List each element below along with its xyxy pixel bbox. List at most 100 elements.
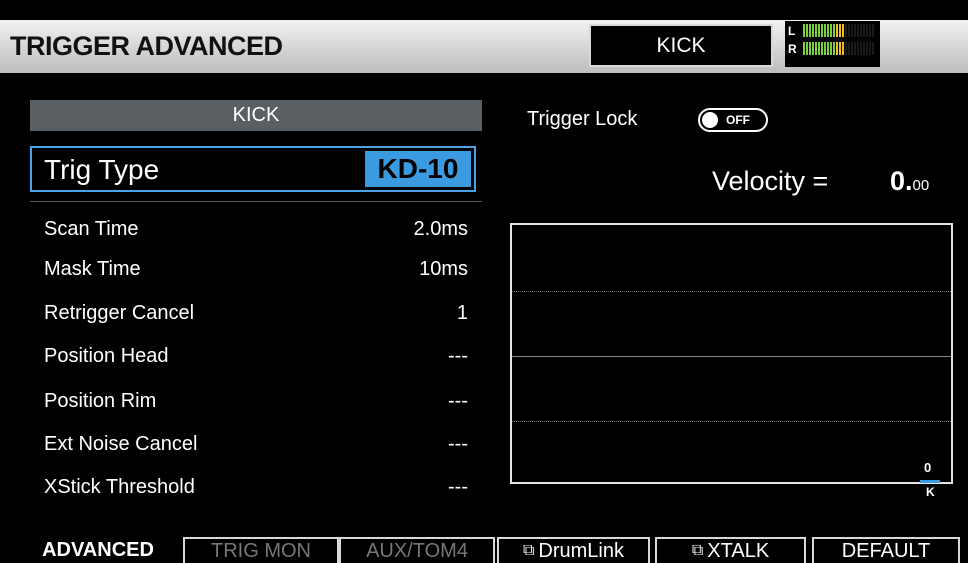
tab-xtalk[interactable]: ⧉ XTALK [655,537,806,563]
toggle-knob [702,112,718,128]
param-row-position-head[interactable]: Position Head --- [44,345,468,375]
meter-segment [833,24,835,37]
meter-segment [836,42,838,55]
divider [30,201,482,202]
meter-segment [845,42,847,55]
meter-segment [857,24,859,37]
page-title: TRIGGER ADVANCED [10,31,283,61]
meter-right-bar [803,42,874,55]
meter-segment [839,42,841,55]
meter-segment [809,24,811,37]
tab-label: ADVANCED [42,538,154,561]
graph-gridline [512,291,951,292]
meter-segment [803,42,805,55]
velocity-value: 0.00 [890,166,929,197]
param-value: 1 [456,302,468,324]
velocity-integer: 0. [890,166,913,196]
param-row-xstick-threshold[interactable]: XStick Threshold --- [44,476,468,506]
graph-bar-value: 0 [924,460,932,475]
meter-segment [818,42,820,55]
meter-segment [827,24,829,37]
meter-segment [815,42,817,55]
param-label: Ext Noise Cancel [44,433,198,455]
meter-segment [806,24,808,37]
meter-segment [824,42,826,55]
meter-segment [830,42,832,55]
meter-segment [854,42,856,55]
meter-segment [812,24,814,37]
tab-label: XTALK [707,539,770,562]
tab-advanced[interactable]: ADVANCED [16,537,180,563]
param-label: Retrigger Cancel [44,302,195,324]
meter-segment [803,24,805,37]
meter-segment [851,24,853,37]
instrument-display: KICK [589,24,773,67]
meter-segment [854,24,856,37]
meter-segment [842,24,844,37]
meter-segment [848,42,850,55]
meter-segment [824,24,826,37]
level-meter: L R [785,21,880,67]
function-tabs: ADVANCED TRIG MON AUX/TOM4 ⧉ DrumLink ⧉ … [0,534,968,563]
meter-segment [866,42,868,55]
meter-segment [863,24,865,37]
param-label: XStick Threshold [44,476,195,498]
param-row-ext-noise-cancel[interactable]: Ext Noise Cancel --- [44,433,468,463]
meter-segment [848,24,850,37]
trig-type-label: Trig Type [44,154,160,185]
meter-left-label: L [788,24,796,38]
param-label: Mask Time [44,258,141,280]
param-value: --- [448,390,468,412]
meter-segment [866,24,868,37]
meter-segment [860,24,862,37]
meter-segment [839,24,841,37]
meter-segment [812,42,814,55]
meter-segment [872,24,874,37]
graph-bar [920,480,940,483]
meter-segment [842,42,844,55]
tab-label: AUX/TOM4 [366,539,468,562]
meter-segment [821,42,823,55]
tab-label: TRIG MON [211,539,311,562]
graph-gridline [512,421,951,422]
tab-label: DEFAULT [841,539,931,562]
graph-bar-label: K [926,485,935,499]
tab-default[interactable]: DEFAULT [812,537,960,563]
meter-segment [851,42,853,55]
meter-segment [806,42,808,55]
meter-segment [857,42,859,55]
meter-segment [827,42,829,55]
meter-left-bar [803,24,874,37]
toggle-state: OFF [726,113,750,127]
graph-gridline [512,356,951,357]
param-row-mask-time[interactable]: Mask Time 10ms [44,258,468,288]
tab-drumlink[interactable]: ⧉ DrumLink [497,537,650,563]
meter-segment [818,24,820,37]
meter-right-label: R [788,42,797,56]
external-link-icon: ⧉ [691,542,704,559]
velocity-graph [510,223,953,484]
meter-segment [833,42,835,55]
meter-segment [815,24,817,37]
trig-type-row[interactable]: Trig Type KD-10 [30,146,476,192]
param-value: --- [448,476,468,498]
meter-segment [863,42,865,55]
param-value: --- [448,345,468,367]
param-row-retrigger-cancel[interactable]: Retrigger Cancel 1 [44,302,468,332]
meter-segment [869,42,871,55]
tab-trig-mon[interactable]: TRIG MON [183,537,339,563]
param-row-scan-time[interactable]: Scan Time 2.0ms [44,218,468,248]
param-row-position-rim[interactable]: Position Rim --- [44,390,468,420]
meter-segment [821,24,823,37]
velocity-decimal: 00 [912,177,930,194]
trigger-lock-toggle[interactable]: OFF [698,108,768,132]
velocity-label: Velocity = [712,166,829,196]
trig-type-value[interactable]: KD-10 [365,151,471,187]
param-value: 2.0ms [413,218,468,240]
meter-segment [845,24,847,37]
meter-segment [869,24,871,37]
trigger-lock-label: Trigger Lock [527,108,638,130]
external-link-icon: ⧉ [522,542,535,559]
pad-name-header: KICK [30,100,482,131]
tab-aux-tom4[interactable]: AUX/TOM4 [339,537,495,563]
